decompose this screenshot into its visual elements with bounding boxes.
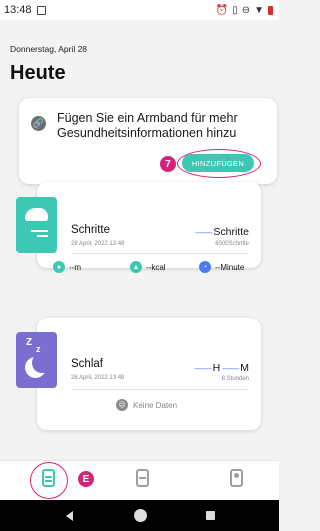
steps-value-label: Schritte <box>213 226 249 238</box>
distance-metric: ● --m <box>53 261 81 273</box>
add-band-text: Fügen Sie ein Armband für mehr Gesundhei… <box>57 111 238 140</box>
sleep-moon-icon: Zz <box>16 332 57 388</box>
location-icon: ● <box>53 261 65 273</box>
callout-ring-nav <box>30 462 68 499</box>
steps-divider <box>71 253 249 254</box>
sleep-hours-unit: H <box>212 362 221 374</box>
status-time: 13:48 <box>4 4 32 16</box>
back-icon[interactable] <box>66 511 73 521</box>
steps-goal: 8000Schritte <box>215 241 249 247</box>
page-date: Donnerstag, April 28 <box>10 44 88 54</box>
system-nav-bar <box>0 500 279 531</box>
flame-icon: ▲ <box>130 261 142 273</box>
clock-icon: ◔ <box>199 261 211 273</box>
tab-profile-icon[interactable] <box>230 469 243 487</box>
sleep-timestamp: 28 April, 2022 13:48 <box>71 375 125 381</box>
calories-metric: ▲ --kcal <box>130 261 166 273</box>
home-icon[interactable] <box>134 509 147 522</box>
link-icon: 🔗 <box>31 116 46 131</box>
add-band-card: 🔗 Fügen Sie ein Armband für mehr Gesundh… <box>19 98 277 184</box>
sleep-value: —— H —— M <box>194 362 249 374</box>
tab-device-icon[interactable] <box>136 469 149 487</box>
sleep-goal: 8 Stunden <box>221 376 249 382</box>
steps-placeholder-dash: —— <box>195 227 212 237</box>
steps-card[interactable]: Schritte 28 April, 2022 13:48 —— Schritte… <box>37 182 261 268</box>
page-title: Heute <box>10 62 66 84</box>
duration-metric: ◔ --Minute <box>199 261 244 273</box>
shoe-icon <box>16 197 57 253</box>
sad-face-icon: ☹ <box>116 399 128 411</box>
image-notification-icon <box>36 5 46 15</box>
sleep-card[interactable]: Schlaf 28 April, 2022 13:48 —— H —— M 8 Stu… <box>37 318 261 430</box>
steps-title: Schritte <box>71 224 110 236</box>
sleep-divider <box>71 389 249 390</box>
add-band-button[interactable]: HINZUFÜGEN <box>182 154 254 172</box>
sleep-minutes-unit: M <box>240 362 249 374</box>
duration-value: --Minute <box>215 262 245 272</box>
steps-timestamp: 28 April, 2022 13:48 <box>71 241 125 247</box>
callout-badge-7: 7 <box>160 156 176 172</box>
sleep-title: Schlaf <box>71 358 103 370</box>
calories-value: --kcal <box>146 262 166 272</box>
no-data-label: Keine Daten <box>133 400 178 410</box>
status-icons: ⏰ ▯ ⊖ ▼ <box>216 5 273 16</box>
dnd-icon: ⊖ <box>241 4 251 16</box>
steps-value: —— Schritte <box>195 226 249 238</box>
recent-apps-icon[interactable] <box>206 511 215 520</box>
battery-icon <box>268 5 273 15</box>
callout-badge-e: E <box>78 471 94 487</box>
vibrate-icon: ▯ <box>232 4 238 16</box>
status-bar: 13:48 ⏰ ▯ ⊖ ▼ <box>0 0 279 20</box>
wifi-icon: ▼ <box>254 4 264 16</box>
no-data-message: ☹ Keine Daten <box>116 399 177 411</box>
distance-value: --m <box>69 262 81 272</box>
alarm-icon: ⏰ <box>215 4 229 16</box>
